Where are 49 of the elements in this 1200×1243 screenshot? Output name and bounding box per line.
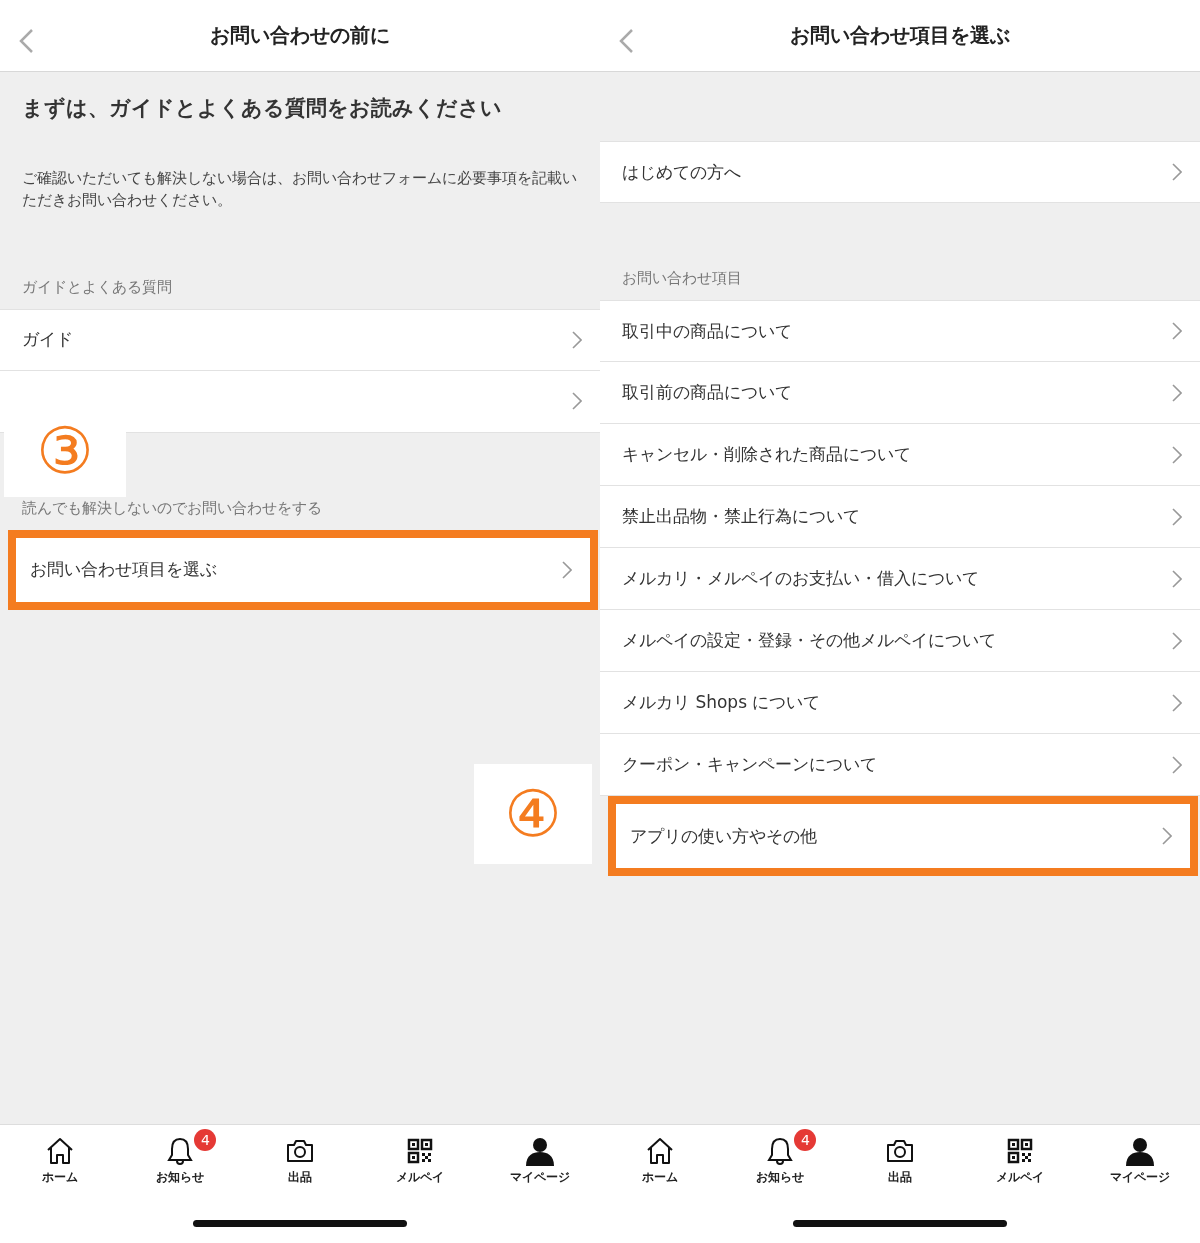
chevron-icon — [562, 560, 572, 579]
list-item[interactable]: ガイド — [0, 308, 600, 371]
notification-badge: 4 — [194, 1129, 217, 1151]
chevron-icon — [1162, 827, 1172, 845]
back-icon[interactable] — [18, 28, 34, 54]
list-item[interactable]: 禁止出品物・禁止行為について — [600, 486, 1200, 548]
tab-bar-item[interactable]: マイページ — [1080, 1127, 1200, 1186]
notification-badge: 4 — [794, 1129, 817, 1151]
list-item[interactable]: クーポン・キャンペーンについて — [600, 734, 1200, 796]
section-label: お問い合わせ項目 — [622, 269, 742, 287]
list-item[interactable]: アプリの使い方やその他 — [608, 796, 1198, 876]
chevron-icon — [1172, 163, 1182, 181]
list-item[interactable]: お問い合わせ項目を選ぶ — [8, 529, 598, 610]
step-number: ④ — [474, 764, 592, 864]
chevron-icon — [1172, 445, 1182, 464]
chevron-icon — [1172, 569, 1182, 588]
chevron-icon — [1172, 755, 1182, 774]
chevron-icon — [1172, 631, 1182, 650]
intro-heading: まずは、ガイドとよくある質問をお読みください — [22, 95, 503, 122]
back-icon[interactable] — [618, 28, 634, 54]
chevron-icon — [1172, 383, 1182, 402]
chevron-icon — [1172, 693, 1182, 712]
tab-bar-item[interactable]: 4 お知らせ — [720, 1127, 840, 1186]
intro-text: ご確認いただいても解決しない場合は、お問い合わせフォームに必要事項を記載いただきお問い合わせください。 — [22, 169, 578, 210]
list-item[interactable]: メルカリ Shops について — [600, 672, 1200, 734]
tab-bar-item[interactable]: メルペイ — [960, 1127, 1080, 1186]
tab-bar-item[interactable]: メルペイ — [360, 1127, 480, 1186]
tab-bar-item[interactable]: 出品 — [840, 1127, 960, 1186]
tab-bar-item[interactable]: 出品 — [240, 1127, 360, 1186]
chevron-icon — [572, 330, 582, 349]
tab-bar-item[interactable]: マイページ — [480, 1127, 600, 1186]
person-icon — [1124, 1135, 1156, 1167]
list-item[interactable]: キャンセル・削除された商品について — [600, 424, 1200, 486]
tab-bar-item[interactable]: 4 お知らせ — [120, 1127, 240, 1186]
screen-title: お問い合わせ項目を選ぶ — [790, 22, 1010, 49]
chevron-icon — [572, 392, 582, 410]
section-label: 読んでも解決しないのでお問い合わせをする — [22, 498, 322, 517]
list-item[interactable]: メルペイの設定・登録・その他メルペイについて — [600, 610, 1200, 672]
chevron-icon — [1172, 507, 1182, 526]
section-label: ガイドとよくある質問 — [22, 277, 172, 296]
chevron-icon — [1172, 322, 1182, 340]
list-item[interactable]: 取引前の商品について — [600, 362, 1200, 424]
person-icon — [524, 1135, 556, 1167]
list-item[interactable]: はじめての方へ — [600, 141, 1200, 203]
tab-bar-item[interactable]: ホーム — [600, 1127, 720, 1186]
list-item[interactable]: 取引中の商品について — [600, 300, 1200, 362]
list-item[interactable]: メルカリ・メルペイのお支払い・借入について — [600, 548, 1200, 610]
tab-bar-item[interactable]: ホーム — [0, 1127, 120, 1186]
screen-title: お問い合わせの前に — [210, 22, 390, 49]
